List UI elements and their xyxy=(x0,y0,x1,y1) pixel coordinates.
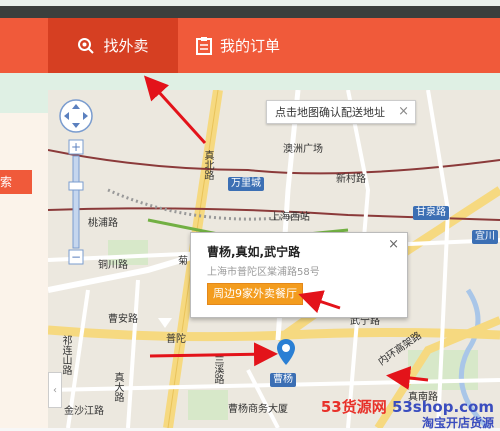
popup-close-icon[interactable]: × xyxy=(388,237,399,252)
map-label-putuo: 普陀 xyxy=(166,334,186,345)
watermark-number: 53 xyxy=(320,398,342,416)
map-hint-text: 点击地图确认配送地址 xyxy=(275,106,385,119)
nav-bar: 找外卖 我的订单 xyxy=(0,18,500,73)
map-left-expand-handle[interactable]: ‹ xyxy=(48,372,62,408)
left-panel: 索 xyxy=(0,113,48,428)
popup-title: 曹杨,真如,武宁路 xyxy=(207,245,301,259)
map-label-zhenda: 真大路 xyxy=(112,372,123,402)
map-label-yichuan: 宜川 xyxy=(472,230,498,244)
map-label-ganquan: 甘泉路 xyxy=(413,206,449,220)
close-icon[interactable]: × xyxy=(398,104,409,119)
map-label-aozhou: 澳洲广场 xyxy=(283,144,323,155)
map-zoom-control: + − xyxy=(58,98,94,272)
map-label-lanxi: 兰溪路 xyxy=(212,354,223,384)
popup-address: 上海市普陀区棠浦路58号 xyxy=(207,267,320,278)
watermark: 53货源网 53shop.com 淘宝开店货源 xyxy=(316,396,500,430)
tab-find-takeout-label: 找外卖 xyxy=(103,37,149,55)
map-label-zhenbei: 真北路 xyxy=(202,150,213,180)
map-label-tonggu: 铜川路 xyxy=(98,260,128,271)
tab-find-takeout[interactable]: 找外卖 xyxy=(48,18,178,73)
svg-text:+: + xyxy=(71,140,81,154)
popup-tail xyxy=(158,318,172,328)
map-view[interactable]: + − 澳洲广场 万里城 新村路 上海西站 甘泉路 宜川 桃浦路 铜川路 曹安路… xyxy=(48,90,500,428)
search-button[interactable]: 索 xyxy=(0,170,32,194)
tab-my-orders[interactable]: 我的订单 xyxy=(196,18,336,73)
map-label-wanli: 万里城 xyxy=(228,177,264,191)
map-label-jinshajiang: 金沙江路 xyxy=(64,406,104,417)
clipboard-icon xyxy=(196,36,212,55)
map-label-caoan: 曹安路 xyxy=(108,314,138,325)
map-label-qilian: 祁连山路 xyxy=(60,335,71,375)
map-label-caoyang-biz: 曹杨商务大厦 xyxy=(228,404,288,415)
zoom-slider-handle[interactable] xyxy=(68,181,84,191)
header-divider xyxy=(0,6,500,18)
pin-label: 曹杨 xyxy=(270,373,296,387)
map-hint-box: 点击地图确认配送地址 × xyxy=(266,100,416,124)
map-label-shanghai-west: 上海西站 xyxy=(270,212,310,223)
map-label-ju: 菊 xyxy=(178,256,188,267)
tab-my-orders-label: 我的订单 xyxy=(220,37,281,55)
map-label-xincun: 新村路 xyxy=(336,174,366,185)
search-icon xyxy=(77,37,95,55)
svg-text:−: − xyxy=(71,250,81,264)
location-pin-icon[interactable] xyxy=(276,338,296,370)
watermark-brand: 货源网 xyxy=(341,398,387,416)
location-popup: 曹杨,真如,武宁路 上海市普陀区棠浦路58号 周边9家外卖餐厅 × xyxy=(190,232,408,318)
map-label-taoyuan: 桃浦路 xyxy=(88,218,118,229)
watermark-slogan: 淘宝开店货源 xyxy=(421,416,494,430)
nearby-restaurants-button[interactable]: 周边9家外卖餐厅 xyxy=(207,283,303,305)
